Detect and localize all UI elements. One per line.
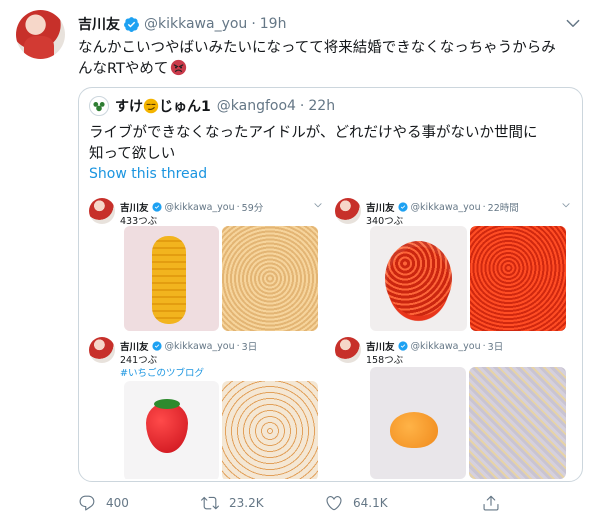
chevron-down-icon: [314, 203, 322, 208]
like-icon: [326, 496, 342, 511]
embedded-author-name: 吉川友: [120, 342, 149, 353]
separator-dot: ·: [482, 201, 486, 213]
chevron-down-icon[interactable]: [564, 14, 582, 32]
embedded-post-header: 吉川友 @kikkawa_you · 3日: [120, 339, 258, 354]
retweet-count: 23.2K: [229, 496, 264, 510]
tweet-text-line: なんかこいつやばいみたいになってて将来結婚できなくなっちゃうからみ: [78, 40, 556, 56]
tweet-header: 吉川友 @kikkawa_you · 19h: [78, 14, 582, 34]
tweet-text: なんかこいつやばいみたいになってて将来結婚できなくなっちゃうからみ んなRTやめ…: [78, 38, 583, 80]
verified-badge-icon: [397, 202, 408, 212]
retweet-icon: [201, 496, 219, 510]
embedded-avatar: [89, 198, 115, 224]
embedded-handle: @kikkawa_you: [164, 340, 235, 352]
corn-kernels-photo: [222, 226, 318, 331]
embedded-hashtag: #いちごのツブログ: [120, 368, 204, 379]
embedded-time: 3日: [241, 342, 258, 353]
quoted-text-line: 知って欲しい: [89, 146, 176, 162]
author-name[interactable]: 吉川友: [78, 14, 120, 34]
quoted-media-image[interactable]: 吉川友 @kikkawa_you · 59分 433つぶ 吉川友 @kikkaw…: [89, 192, 572, 479]
quoted-author-name-part: すけ: [115, 99, 143, 115]
embedded-count: 158つぶ: [366, 355, 404, 366]
like-count: 64.1K: [353, 496, 388, 510]
author-handle[interactable]: @kikkawa_you: [144, 16, 247, 32]
embedded-post: 吉川友 @kikkawa_you · 22時間 340つぶ: [335, 198, 572, 333]
tweet-text-fragment: んなRTやめて: [78, 61, 169, 77]
smirk-face-emoji-icon: [143, 98, 159, 114]
embedded-author-name: 吉川友: [120, 203, 149, 214]
reply-icon: [79, 495, 95, 511]
quoted-author-name[interactable]: すけ じゅん1: [115, 96, 211, 116]
chevron-down-icon: [562, 203, 570, 208]
quoted-tweet-timestamp[interactable]: 22h: [308, 98, 335, 114]
verified-badge-icon: [151, 341, 162, 351]
embedded-author-name: 吉川友: [366, 203, 395, 214]
separator-dot: ·: [482, 340, 486, 352]
quoted-author-handle[interactable]: @kangfoo4: [217, 98, 296, 114]
embedded-time: 59分: [241, 203, 264, 214]
show-thread-link[interactable]: Show this thread: [89, 166, 207, 182]
retweet-button[interactable]: 23.2K: [201, 494, 264, 512]
embedded-time: 22時間: [487, 203, 519, 214]
tweet-timestamp[interactable]: 19h: [260, 16, 287, 32]
embedded-count: 340つぶ: [366, 216, 404, 227]
embedded-post-header: 吉川友 @kikkawa_you · 3日: [366, 339, 504, 354]
separator-dot: ·: [236, 340, 240, 352]
separator-dot: ·: [251, 16, 256, 32]
reply-button[interactable]: 400: [78, 494, 129, 512]
reply-count: 400: [106, 496, 129, 510]
embedded-post: 吉川友 @kikkawa_you · 3日 241つぶ #いちごのツブログ: [89, 337, 324, 479]
like-button[interactable]: 64.1K: [325, 494, 388, 512]
verified-badge-icon: [123, 16, 140, 33]
quoted-author-name-part: じゅん1: [159, 99, 211, 115]
embedded-post: 吉川友 @kikkawa_you · 3日 158つぶ: [335, 337, 572, 479]
share-button[interactable]: [482, 494, 510, 512]
strawberry-photo: [124, 381, 219, 479]
embedded-author-name: 吉川友: [366, 342, 395, 353]
embedded-post-header: 吉川友 @kikkawa_you · 59分: [120, 200, 264, 215]
embedded-avatar: [89, 337, 115, 363]
quoted-tweet[interactable]: すけ じゅん1 @kangfoo4 · 22h ライブができなくなったアイドルが、…: [78, 87, 583, 482]
salmon-roe-photo: [370, 226, 467, 331]
mandarin-photo: [370, 367, 466, 479]
verified-badge-icon: [151, 202, 162, 212]
embedded-count: 433つぶ: [120, 216, 158, 227]
embedded-avatar: [335, 198, 361, 224]
salmon-roe-spread-photo: [470, 226, 566, 331]
verified-badge-icon: [397, 341, 408, 351]
corn-photo: [124, 226, 219, 331]
quoted-author-avatar[interactable]: [89, 96, 109, 116]
embedded-handle: @kikkawa_you: [164, 201, 235, 213]
embedded-avatar: [335, 337, 361, 363]
tweet-text-line: んなRTやめて: [78, 59, 583, 80]
angry-face-emoji-icon: [170, 59, 187, 76]
separator-dot: ·: [299, 98, 305, 114]
quoted-tweet-text: ライブができなくなったアイドルが、どれだけやる事がないか世間に 知って欲しい: [89, 123, 574, 165]
strawberry-seeds-photo: [222, 381, 318, 479]
embedded-count: 241つぶ: [120, 355, 158, 366]
embedded-handle: @kikkawa_you: [410, 340, 481, 352]
mandarin-pulp-photo: [469, 367, 566, 479]
embedded-handle: @kikkawa_you: [410, 201, 481, 213]
tweet-action-bar: 400 23.2K 64.1K: [78, 494, 583, 516]
embedded-time: 3日: [487, 342, 504, 353]
embedded-post-header: 吉川友 @kikkawa_you · 22時間: [366, 200, 519, 215]
share-icon: [483, 495, 499, 511]
author-avatar[interactable]: [16, 10, 65, 59]
embedded-post: 吉川友 @kikkawa_you · 59分 433つぶ: [89, 198, 324, 333]
separator-dot: ·: [236, 201, 240, 213]
quoted-tweet-header: すけ じゅん1 @kangfoo4 · 22h: [89, 96, 335, 116]
quoted-text-line: ライブができなくなったアイドルが、どれだけやる事がないか世間に: [89, 125, 538, 141]
